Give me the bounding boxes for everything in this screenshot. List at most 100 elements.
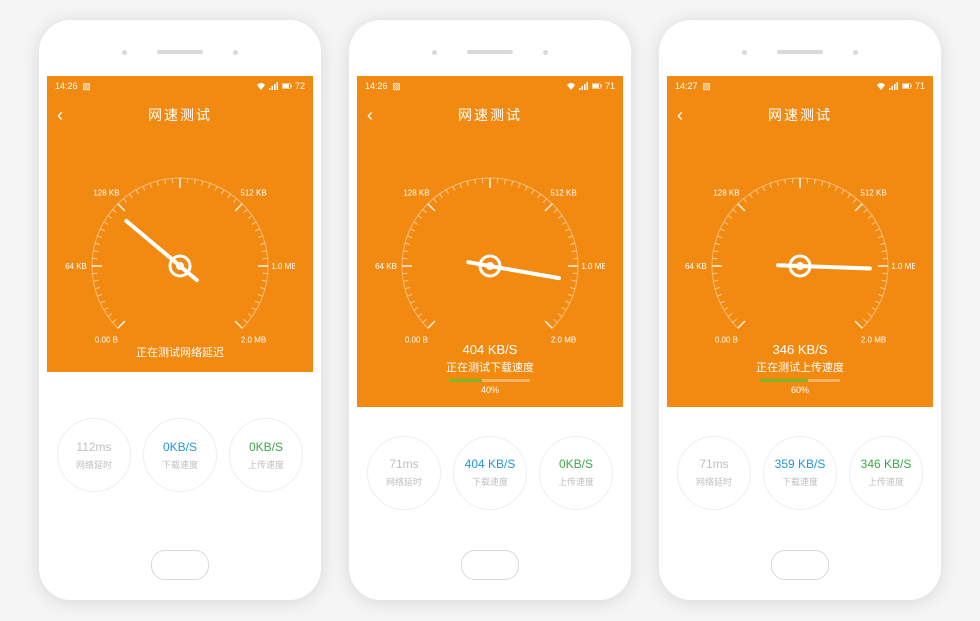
svg-text:2.0 MB: 2.0 MB (241, 336, 266, 345)
metric-latency: 112ms 网络延时 (57, 418, 131, 492)
latency-label: 网络延时 (696, 475, 732, 488)
metric-download: 359 KB/S 下载速度 (763, 436, 837, 510)
metric-upload: 0KB/S 上传速度 (539, 436, 613, 510)
back-icon[interactable]: ‹ (367, 105, 373, 126)
speed-test-panel: 14:26 ▧ 71 ‹ 网速测试 0.00 B64 KB128 KB256 (357, 76, 623, 407)
screen: 14:26 ▧ 71 ‹ 网速测试 0.00 B64 KB128 KB256 (357, 76, 623, 538)
upload-label: 上传速度 (248, 458, 284, 471)
svg-text:1.0 MB: 1.0 MB (581, 262, 605, 271)
page-title: 网速测试 (47, 105, 313, 125)
download-label: 下载速度 (472, 475, 508, 488)
progress-percent: 40% (357, 385, 623, 395)
svg-text:64 KB: 64 KB (375, 262, 397, 271)
phone-bezel-top (667, 28, 933, 76)
svg-text:256 KB: 256 KB (787, 166, 813, 167)
upload-value: 346 KB/S (861, 457, 912, 471)
progress-fill (450, 379, 482, 382)
svg-text:128 KB: 128 KB (93, 188, 119, 197)
download-value: 0KB/S (163, 440, 197, 454)
metric-download: 404 KB/S 下载速度 (453, 436, 527, 510)
progress-bar (760, 379, 840, 382)
speed-gauge: 0.00 B 64 KB 128 KB 256 KB 512 KB 1.0 MB 2.0 M… (685, 166, 915, 366)
metrics-row: 112ms 网络延时 0KB/S 下载速度 0KB/S 上传速度 (47, 372, 313, 538)
battery-percent: 71 (605, 81, 615, 91)
phone-bezel-bottom (357, 538, 623, 592)
gallery-icon: ▧ (392, 81, 402, 91)
battery-icon (902, 81, 912, 91)
upload-label: 上传速度 (558, 475, 594, 488)
svg-text:0.00 B: 0.00 B (95, 336, 118, 345)
metrics-row: 71ms 网络延时 359 KB/S 下载速度 346 KB/S 上传速度 (667, 407, 933, 538)
latency-label: 网络延时 (76, 458, 112, 471)
nav-bar: ‹ 网速测试 (47, 96, 313, 134)
wifi-icon (876, 81, 886, 91)
phone-bezel-bottom (47, 538, 313, 592)
latency-value: 71ms (699, 457, 728, 471)
metric-latency: 71ms 网络延时 (367, 436, 441, 510)
progress-percent: 60% (667, 385, 933, 395)
metric-download: 0KB/S 下载速度 (143, 418, 217, 492)
signal-icon (269, 81, 279, 91)
screen: 14:27 ▧ 71 ‹ 网速测试 0.00 B64 KB128 KB256 (667, 76, 933, 538)
back-icon[interactable]: ‹ (677, 105, 683, 126)
svg-text:2.0 MB: 2.0 MB (551, 336, 576, 345)
svg-text:128 KB: 128 KB (713, 188, 739, 197)
battery-percent: 71 (915, 81, 925, 91)
metrics-row: 71ms 网络延时 404 KB/S 下载速度 0KB/S 上传速度 (357, 407, 623, 538)
latency-value: 71ms (389, 457, 418, 471)
phone-1: 14:26 ▧ 72 ‹ 网速测试 0.00 B64 KB128 KB256 (39, 20, 321, 600)
battery-icon (592, 81, 602, 91)
svg-text:1.0 MB: 1.0 MB (271, 262, 295, 271)
status-bar: 14:26 ▧ 71 (357, 76, 623, 96)
download-label: 下载速度 (162, 458, 198, 471)
home-button[interactable] (151, 550, 209, 580)
svg-text:2.0 MB: 2.0 MB (861, 336, 886, 345)
metric-latency: 71ms 网络延时 (677, 436, 751, 510)
speed-test-panel: 14:27 ▧ 71 ‹ 网速测试 0.00 B64 KB128 KB256 (667, 76, 933, 407)
phone-2: 14:26 ▧ 71 ‹ 网速测试 0.00 B64 KB128 KB256 (349, 20, 631, 600)
metric-upload: 346 KB/S 上传速度 (849, 436, 923, 510)
nav-bar: ‹ 网速测试 (667, 96, 933, 134)
upload-label: 上传速度 (868, 475, 904, 488)
svg-text:64 KB: 64 KB (685, 262, 707, 271)
svg-text:512 KB: 512 KB (550, 188, 576, 197)
home-button[interactable] (771, 550, 829, 580)
gallery-icon: ▧ (702, 81, 712, 91)
page-title: 网速测试 (357, 105, 623, 125)
speed-gauge: 0.00 B 64 KB 128 KB 256 KB 512 KB 1.0 MB 2.0 M… (375, 166, 605, 366)
status-bar: 14:26 ▧ 72 (47, 76, 313, 96)
upload-value: 0KB/S (249, 440, 283, 454)
status-time: 14:27 (675, 81, 698, 91)
progress-bar (450, 379, 530, 382)
svg-text:512 KB: 512 KB (240, 188, 266, 197)
svg-text:256 KB: 256 KB (477, 166, 503, 167)
screen: 14:26 ▧ 72 ‹ 网速测试 0.00 B64 KB128 KB256 (47, 76, 313, 538)
phone-bezel-top (357, 28, 623, 76)
latency-value: 112ms (76, 440, 111, 454)
svg-text:1.0 MB: 1.0 MB (891, 262, 915, 271)
battery-icon (282, 81, 292, 91)
svg-text:512 KB: 512 KB (860, 188, 886, 197)
nav-bar: ‹ 网速测试 (357, 96, 623, 134)
svg-text:256 KB: 256 KB (167, 166, 193, 167)
wifi-icon (566, 81, 576, 91)
back-icon[interactable]: ‹ (57, 105, 63, 126)
latency-label: 网络延时 (386, 475, 422, 488)
metric-upload: 0KB/S 上传速度 (229, 418, 303, 492)
download-value: 404 KB/S (465, 457, 516, 471)
wifi-icon (256, 81, 266, 91)
progress-fill (760, 379, 808, 382)
home-button[interactable] (461, 550, 519, 580)
download-label: 下载速度 (782, 475, 818, 488)
svg-text:128 KB: 128 KB (403, 188, 429, 197)
download-value: 359 KB/S (775, 457, 826, 471)
svg-text:0.00 B: 0.00 B (405, 336, 428, 345)
battery-percent: 72 (295, 81, 305, 91)
phone-bezel-top (47, 28, 313, 76)
speed-test-panel: 14:26 ▧ 72 ‹ 网速测试 0.00 B64 KB128 KB256 (47, 76, 313, 372)
phone-3: 14:27 ▧ 71 ‹ 网速测试 0.00 B64 KB128 KB256 (659, 20, 941, 600)
signal-icon (579, 81, 589, 91)
status-bar: 14:27 ▧ 71 (667, 76, 933, 96)
svg-text:0.00 B: 0.00 B (715, 336, 738, 345)
page-title: 网速测试 (667, 105, 933, 125)
